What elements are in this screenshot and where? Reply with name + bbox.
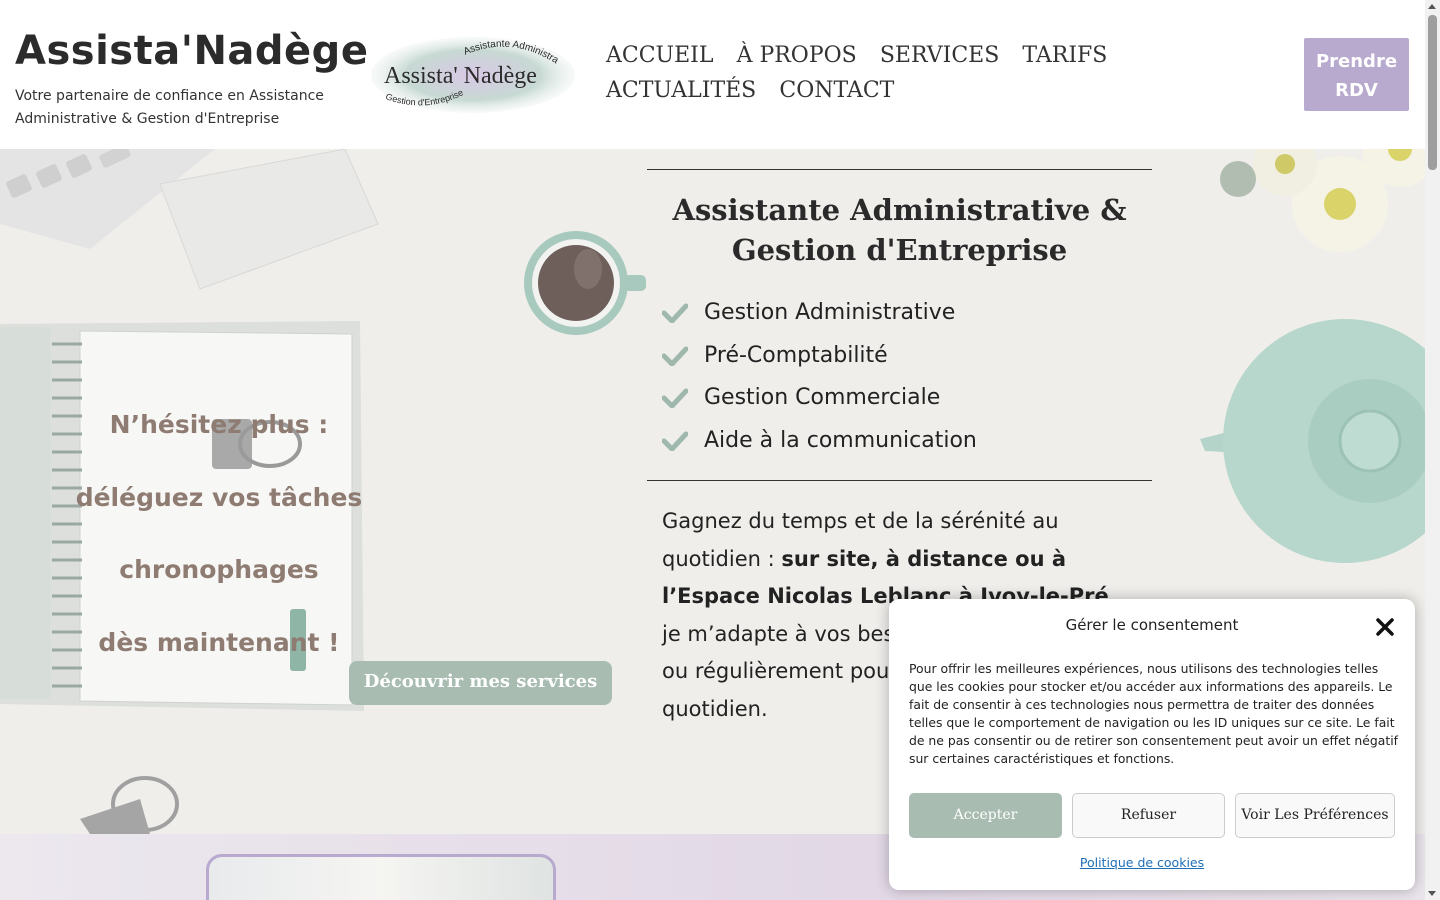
binder-clip-decor bbox=[80, 776, 179, 834]
hero-line-3: chronophages bbox=[119, 555, 319, 584]
check-icon bbox=[662, 431, 688, 451]
laptop-decor bbox=[0, 149, 379, 290]
check-icon bbox=[662, 346, 688, 366]
main-nav: ACCUEIL À PROPOS SERVICES TARIFS ACTUALI… bbox=[606, 38, 1266, 108]
check-icon bbox=[662, 303, 688, 324]
site-tagline: Votre partenaire de confiance en Assista… bbox=[15, 88, 324, 127]
scroll-up-arrow-icon[interactable] bbox=[1428, 4, 1436, 9]
logo-main-text: Assista' Nadège bbox=[384, 63, 537, 89]
teapot-decor bbox=[1200, 319, 1425, 563]
nav-accueil[interactable]: ACCUEIL bbox=[606, 38, 713, 73]
consent-description: Pour offrir les meilleures expériences, … bbox=[909, 661, 1398, 766]
framed-office-photo bbox=[206, 854, 556, 900]
site-title[interactable]: Assista'Nadège bbox=[15, 28, 368, 74]
view-preferences-button[interactable]: Voir Les Préférences bbox=[1235, 793, 1395, 838]
prendre-rdv-button[interactable]: Prendre RDV bbox=[1304, 38, 1409, 111]
service-item: Gestion Commerciale bbox=[662, 377, 1152, 420]
nav-services[interactable]: SERVICES bbox=[880, 38, 999, 73]
nav-tarifs[interactable]: TARIFS bbox=[1022, 38, 1107, 73]
consent-title: Gérer le consentement bbox=[1065, 616, 1239, 634]
service-label: Aide à la communication bbox=[704, 427, 977, 453]
panel-title: Assistante Administrative & Gestion d'En… bbox=[672, 193, 1127, 267]
hero-call-to-action-text: N’hésitez plus : déléguez vos tâches chr… bbox=[60, 389, 378, 679]
nav-a-propos[interactable]: À PROPOS bbox=[737, 38, 857, 73]
panel-bottom-divider bbox=[647, 480, 1152, 481]
scrollbar-thumb[interactable] bbox=[1428, 15, 1437, 170]
services-checklist: Gestion Administrative Pré-Comptabilité … bbox=[647, 292, 1152, 462]
cookie-consent-dialog: Gérer le consentement Pour offrir les me… bbox=[889, 599, 1415, 890]
service-label: Pré-Comptabilité bbox=[704, 342, 888, 368]
service-item: Pré-Comptabilité bbox=[662, 335, 1152, 378]
coffee-cup-decor bbox=[524, 231, 646, 335]
accept-button[interactable]: Accepter bbox=[909, 793, 1062, 838]
close-icon[interactable] bbox=[1375, 617, 1395, 637]
nav-contact[interactable]: CONTACT bbox=[779, 73, 894, 108]
service-label: Gestion Commerciale bbox=[704, 385, 941, 410]
cookie-policy-link[interactable]: Politique de cookies bbox=[889, 855, 1395, 870]
hero-line-2: déléguez vos tâches bbox=[75, 482, 363, 512]
hero-line-1: N’hésitez plus : bbox=[109, 410, 329, 439]
nav-actualites[interactable]: ACTUALITÉS bbox=[606, 73, 756, 108]
panel-top-divider bbox=[647, 169, 1152, 170]
hero-line-4: dès maintenant ! bbox=[98, 627, 340, 657]
refuse-button[interactable]: Refuser bbox=[1072, 793, 1225, 838]
service-item: Gestion Administrative bbox=[662, 292, 1152, 335]
check-icon bbox=[662, 388, 688, 409]
service-item: Aide à la communication bbox=[662, 420, 1152, 463]
page-scrollbar[interactable] bbox=[1425, 0, 1440, 900]
site-header: Assista'Nadège Votre partenaire de confi… bbox=[0, 0, 1425, 149]
site-logo[interactable]: Assista' Nadège Assistante Administrativ… bbox=[370, 33, 575, 115]
service-label: Gestion Administrative bbox=[704, 300, 956, 325]
discover-services-button[interactable]: Découvrir mes services bbox=[349, 661, 612, 705]
flowers-decor bbox=[1220, 149, 1425, 252]
scroll-down-arrow-icon[interactable] bbox=[1428, 891, 1436, 896]
